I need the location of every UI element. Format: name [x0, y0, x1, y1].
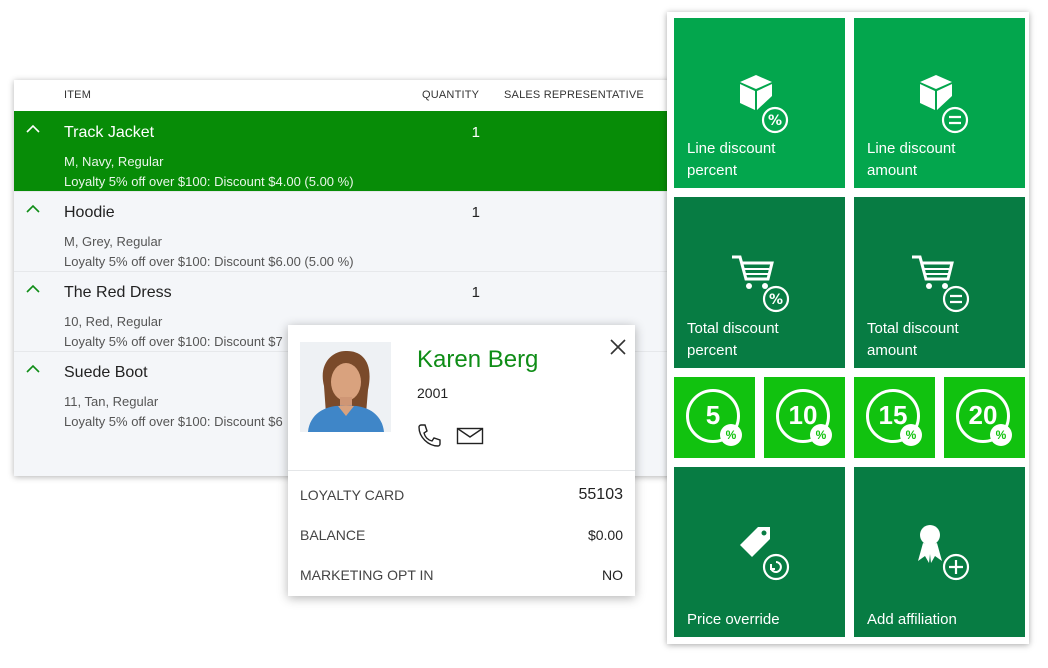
- field-label: MARKETING OPT IN: [300, 567, 434, 583]
- mail-icon[interactable]: [456, 426, 484, 446]
- column-header-item[interactable]: ITEM: [64, 89, 91, 101]
- line-item-quantity: 1: [471, 284, 480, 301]
- percent-badge: %: [720, 424, 742, 446]
- percent-badge: %: [990, 424, 1012, 446]
- line-item-quantity: 1: [471, 204, 480, 221]
- line-item-name: The Red Dress: [64, 284, 172, 301]
- tag-refresh-icon: [728, 521, 794, 592]
- tile-label: Total discount percent: [687, 320, 779, 359]
- marketing-opt-in-field: MARKETING OPT IN NO: [300, 567, 623, 583]
- tile-label: Line discount percent: [687, 140, 776, 179]
- line-item-attributes: M, Grey, Regular: [64, 234, 163, 249]
- customer-id: 2001: [417, 385, 449, 401]
- line-discount-amount-button[interactable]: Line discount amount: [854, 18, 1025, 188]
- column-header-quantity[interactable]: QUANTITY: [422, 89, 479, 101]
- line-item-discount: Loyalty 5% off over $100: Discount $7: [64, 334, 283, 349]
- phone-icon[interactable]: [416, 422, 442, 448]
- discount-button-panel: % Line discount percent Line discount am…: [667, 12, 1029, 644]
- customer-name: Karen Berg: [417, 346, 539, 373]
- line-item-name: Track Jacket: [64, 124, 155, 141]
- line-item-attributes: 10, Red, Regular: [64, 314, 163, 329]
- column-header-sales-representative[interactable]: SALES REPRESENTATIVE: [504, 89, 644, 101]
- line-item-attributes: 11, Tan, Regular: [64, 394, 159, 409]
- collapse-chevron-icon[interactable]: [26, 364, 40, 374]
- cart-equals-icon: [908, 251, 974, 322]
- price-override-button[interactable]: Price override: [674, 467, 845, 637]
- customer-avatar: [300, 342, 391, 432]
- tile-label: Total discount amount: [867, 320, 959, 359]
- tile-label: Line discount amount: [867, 140, 956, 179]
- total-discount-amount-button[interactable]: Total discount amount: [854, 197, 1025, 368]
- svg-text:%: %: [768, 113, 782, 129]
- line-item-name: Suede Boot: [64, 364, 148, 381]
- total-discount-percent-button[interactable]: % Total discount percent: [674, 197, 845, 368]
- svg-text:%: %: [769, 292, 783, 308]
- field-value: NO: [602, 567, 623, 583]
- ribbon-add-icon: [908, 521, 974, 592]
- field-label: LOYALTY CARD: [300, 487, 405, 503]
- close-icon[interactable]: [608, 337, 628, 357]
- collapse-chevron-icon[interactable]: [26, 124, 40, 134]
- add-affiliation-button[interactable]: Add affiliation: [854, 467, 1025, 637]
- percent-badge: %: [810, 424, 832, 446]
- collapse-chevron-icon[interactable]: [26, 284, 40, 294]
- line-item-discount: Loyalty 5% off over $100: Discount $6.00…: [64, 254, 354, 269]
- discount-20-percent-button[interactable]: 20 %: [944, 377, 1025, 458]
- line-item-row[interactable]: Track Jacket 1 M, Navy, Regular Loyalty …: [14, 111, 674, 191]
- line-item-discount: Loyalty 5% off over $100: Discount $4.00…: [64, 174, 354, 189]
- line-item-attributes: M, Navy, Regular: [64, 154, 164, 169]
- cart-percent-icon: %: [728, 251, 794, 322]
- balance-field: BALANCE $0.00: [300, 527, 623, 543]
- discount-5-percent-button[interactable]: 5 %: [674, 377, 755, 458]
- collapse-chevron-icon[interactable]: [26, 204, 40, 214]
- tile-label: Add affiliation: [867, 611, 957, 628]
- line-item-row[interactable]: Hoodie 1 M, Grey, Regular Loyalty 5% off…: [14, 191, 674, 271]
- box-equals-icon: [910, 70, 976, 141]
- line-discount-percent-button[interactable]: % Line discount percent: [674, 18, 845, 188]
- line-item-name: Hoodie: [64, 204, 115, 221]
- loyalty-card-field: LOYALTY CARD 55103: [300, 486, 624, 503]
- field-value: 55103: [578, 486, 624, 503]
- line-item-discount: Loyalty 5% off over $100: Discount $6: [64, 414, 283, 429]
- line-item-quantity: 1: [471, 124, 480, 141]
- box-percent-icon: %: [730, 70, 796, 141]
- card-divider: [288, 470, 635, 471]
- tile-label: Price override: [687, 611, 780, 628]
- customer-card: Karen Berg 2001 LOYALTY CARD 55103 BALAN…: [288, 325, 635, 596]
- discount-15-percent-button[interactable]: 15 %: [854, 377, 935, 458]
- discount-10-percent-button[interactable]: 10 %: [764, 377, 845, 458]
- grid-header: ITEM QUANTITY SALES REPRESENTATIVE: [14, 80, 674, 111]
- field-label: BALANCE: [300, 527, 366, 543]
- percent-badge: %: [900, 424, 922, 446]
- field-value: $0.00: [587, 527, 623, 543]
